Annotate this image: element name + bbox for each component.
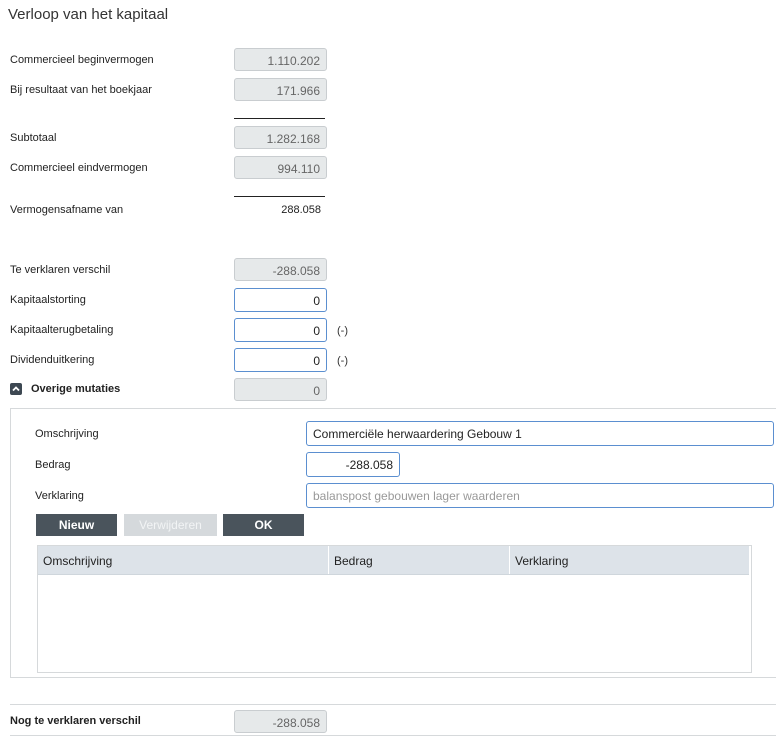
minus-hint: (-) — [337, 355, 348, 367]
table-header: Omschrijving Bedrag Verklaring — [38, 546, 749, 575]
mutaties-table: Omschrijving Bedrag Verklaring — [37, 545, 752, 673]
ok-button[interactable]: OK — [223, 514, 304, 536]
vermogensafname-label: Vermogensafname van — [10, 204, 124, 216]
bedrag-label: Bedrag — [35, 459, 71, 471]
dividenduitkering-input[interactable]: 0 — [234, 348, 327, 372]
column-header-omschrijving[interactable]: Omschrijving — [38, 546, 328, 574]
verklaring-input[interactable]: balanspost gebouwen lager waarderen — [306, 483, 774, 508]
subtotaal-label: Subtotaal — [10, 132, 57, 144]
bij-resultaat-field: 171.966 — [234, 78, 327, 101]
nog-te-verklaren-field: -288.058 — [234, 710, 327, 733]
column-header-bedrag[interactable]: Bedrag — [328, 546, 509, 574]
collapse-chevron-up-icon[interactable] — [10, 383, 22, 395]
overige-mutaties-label: Overige mutaties — [31, 383, 121, 395]
nog-te-verklaren-label: Nog te verklaren verschil — [10, 715, 141, 727]
bedrag-input[interactable]: -288.058 — [306, 452, 400, 477]
vermogensafname-value: 288.058 — [281, 204, 321, 216]
kapitaalstorting-input[interactable]: 0 — [234, 288, 327, 312]
kapitaalstorting-label: Kapitaalstorting — [10, 294, 86, 306]
commercieel-eindvermogen-field: 994.110 — [234, 156, 327, 179]
omschrijving-label: Omschrijving — [35, 428, 99, 440]
divider — [10, 704, 776, 705]
te-verklaren-verschil-label: Te verklaren verschil — [10, 264, 111, 276]
column-header-verklaring[interactable]: Verklaring — [509, 546, 749, 574]
te-verklaren-verschil-field: -288.058 — [234, 258, 327, 281]
sum-line — [234, 118, 325, 119]
commercieel-beginvermogen-label: Commercieel beginvermogen — [10, 54, 154, 66]
sum-line — [234, 196, 325, 197]
verwijderen-button[interactable]: Verwijderen — [124, 514, 217, 536]
commercieel-beginvermogen-field: 1.110.202 — [234, 48, 327, 71]
bij-resultaat-label: Bij resultaat van het boekjaar — [10, 84, 152, 96]
minus-hint: (-) — [337, 325, 348, 337]
verklaring-label: Verklaring — [35, 490, 84, 502]
commercieel-eindvermogen-label: Commercieel eindvermogen — [10, 162, 148, 174]
overige-mutaties-field: 0 — [234, 378, 327, 401]
subtotaal-field: 1.282.168 — [234, 126, 327, 149]
nieuw-button[interactable]: Nieuw — [36, 514, 117, 536]
divider — [10, 735, 776, 736]
dividenduitkering-label: Dividenduitkering — [10, 354, 95, 366]
omschrijving-input[interactable]: Commerciële herwaardering Gebouw 1 — [306, 421, 774, 446]
kapitaalterugbetaling-label: Kapitaalterugbetaling — [10, 324, 114, 336]
page-title: Verloop van het kapitaal — [8, 6, 169, 23]
kapitaalterugbetaling-input[interactable]: 0 — [234, 318, 327, 342]
